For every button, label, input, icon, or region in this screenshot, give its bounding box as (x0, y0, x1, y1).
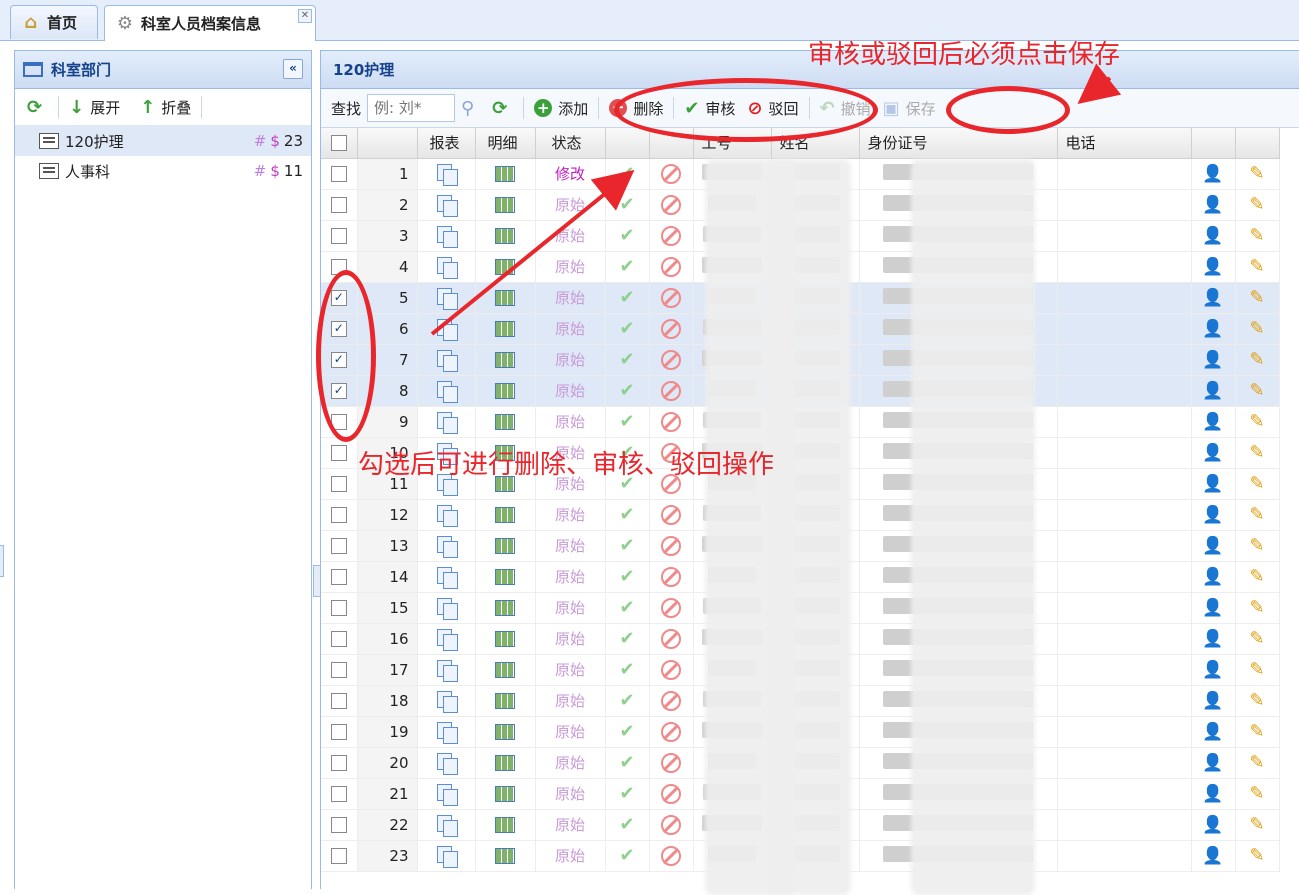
annotation-arrows (430, 63, 1122, 336)
arrow-to-save (1077, 63, 1122, 104)
arrow-to-actions (430, 169, 635, 336)
